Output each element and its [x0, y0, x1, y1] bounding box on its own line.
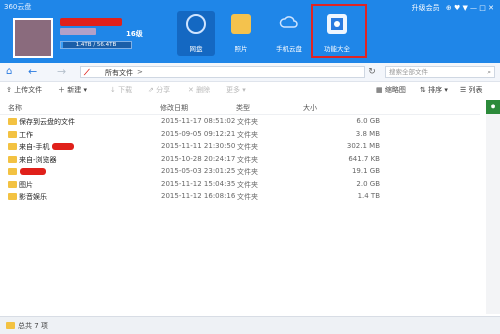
file-size: 641.7 KB	[348, 154, 380, 163]
file-type: 文件夹	[237, 143, 258, 151]
table-row[interactable]: 工作 2015-09-05 09:12:21 文件夹 3.8 MB	[0, 128, 480, 141]
file-type: 文件夹	[237, 193, 258, 201]
cloud-icon	[186, 14, 206, 34]
file-type: 文件夹	[237, 168, 258, 176]
folder-icon	[8, 168, 17, 175]
file-name[interactable]: 图片	[19, 180, 33, 190]
app-logo-icon: ⟋	[84, 68, 90, 77]
forward-arrow-icon[interactable]: →	[57, 65, 66, 78]
nav-netdisk-label: 网盘	[189, 45, 203, 53]
file-size: 19.1 GB	[351, 167, 380, 175]
file-name[interactable]: 保存到云盘的文件	[19, 117, 75, 127]
file-size: 1.4 TB	[357, 192, 380, 200]
storage-quota-bar: 1.4TB / 56.4TB	[60, 41, 132, 49]
folder-icon	[8, 118, 17, 125]
file-date: 2015-10-28 20:24:17	[161, 154, 236, 163]
share-button[interactable]: ⇗ 分享	[148, 85, 170, 95]
file-table-header: 名称 修改日期 类型 大小	[0, 100, 480, 115]
table-row[interactable]: 保存到云盘的文件 2015-11-17 08:51:02 文件夹 6.0 GB	[0, 115, 480, 128]
user-id-redacted	[60, 28, 96, 35]
address-bar: ⌂ ← → ⟋ 所有文件 > ↻ 搜索全部文件 ⌕	[0, 63, 500, 82]
folder-icon	[8, 193, 17, 200]
back-arrow-icon[interactable]: ←	[28, 65, 37, 78]
upload-button[interactable]: ⇪ 上传文件	[6, 85, 42, 95]
folder-icon	[8, 180, 17, 188]
redaction-mark	[52, 143, 74, 150]
more-button[interactable]: 更多 ▾	[226, 85, 246, 95]
file-size: 6.0 GB	[356, 117, 380, 125]
nav-mobile-cloud-label: 手机云盘	[276, 45, 302, 53]
table-row[interactable]: 来自-手机 2015-11-11 21:30:50 文件夹 302.1 MB	[0, 140, 480, 153]
file-name[interactable]: 工作	[19, 130, 33, 140]
file-date: 2015-11-12 15:04:35	[161, 179, 236, 188]
item-count: 总共 7 项	[18, 322, 48, 330]
app-header: 360云盘 16级 1.4TB / 56.4TB 网盘 照片 手机云盘 功能大全…	[0, 0, 500, 63]
table-row[interactable]: 2015-05-03 23:01:25 文件夹 19.1 GB	[0, 165, 480, 178]
file-size: 2.0 GB	[356, 179, 380, 188]
folder-icon	[8, 130, 17, 138]
file-date: 2015-05-03 23:01:25	[161, 167, 236, 175]
feature-highlight-box	[311, 4, 367, 58]
redaction-mark	[20, 168, 46, 175]
nav-photos[interactable]: 照片	[222, 11, 260, 56]
column-name[interactable]: 名称	[8, 103, 22, 113]
sort-button[interactable]: ⇅ 排序 ▾	[420, 85, 448, 95]
avatar[interactable]	[13, 18, 53, 58]
file-date: 2015-11-12 16:08:16	[161, 192, 236, 200]
column-size[interactable]: 大小	[303, 103, 317, 113]
column-type[interactable]: 类型	[236, 103, 250, 113]
folder-icon	[8, 155, 17, 163]
corner-badge-icon[interactable]: ⬢	[486, 100, 500, 114]
download-button[interactable]: ↓ 下载	[110, 85, 132, 95]
search-placeholder: 搜索全部文件	[389, 68, 428, 76]
table-row[interactable]: 影音娱乐 2015-11-12 16:08:16 文件夹 1.4 TB	[0, 190, 480, 203]
table-row[interactable]: 来自-浏览器 2015-10-28 20:24:17 文件夹 641.7 KB	[0, 153, 480, 166]
user-level: 16级	[126, 30, 143, 38]
file-list: 保存到云盘的文件 2015-11-17 08:51:02 文件夹 6.0 GB …	[0, 115, 480, 203]
nav-photos-label: 照片	[234, 45, 248, 53]
column-modified[interactable]: 修改日期	[160, 103, 188, 113]
upgrade-vip-link[interactable]: 升级会员	[412, 4, 440, 12]
file-size: 302.1 MB	[346, 142, 380, 150]
file-size: 3.8 MB	[355, 129, 380, 138]
toolbar: ⇪ 上传文件 ＋ 新建 ▾ ↓ 下载 ⇗ 分享 ✕ 删除 更多 ▾ ▦ 缩略图 …	[0, 82, 500, 98]
delete-button[interactable]: ✕ 删除	[188, 85, 210, 95]
refresh-icon[interactable]: ↻	[366, 66, 378, 78]
photo-icon	[231, 14, 251, 34]
search-icon[interactable]: ⌕	[487, 67, 491, 77]
folder-icon	[8, 143, 17, 150]
window-control-icons[interactable]: ⊕ ♥ ▼ — □ ✕	[446, 4, 494, 12]
breadcrumb-all-files[interactable]: 所有文件	[105, 68, 133, 78]
folder-icon	[6, 322, 15, 329]
file-type: 文件夹	[237, 180, 258, 189]
file-type: 文件夹	[237, 118, 258, 126]
storage-quota-text: 1.4TB / 56.4TB	[75, 42, 117, 48]
window-controls: 升级会员 ⊕ ♥ ▼ — □ ✕	[408, 3, 494, 13]
thumbnail-view-button[interactable]: ▦ 缩略图	[376, 85, 406, 95]
file-date: 2015-11-11 21:30:50	[161, 142, 236, 150]
file-date: 2015-11-17 08:51:02	[161, 117, 236, 125]
file-name[interactable]: 来自-手机	[19, 142, 50, 152]
new-button[interactable]: ＋ 新建 ▾	[58, 85, 87, 95]
path-breadcrumb[interactable]: ⟋ 所有文件 >	[80, 66, 365, 78]
breadcrumb-separator: >	[137, 68, 143, 76]
nav-netdisk[interactable]: 网盘	[177, 11, 215, 56]
file-type: 文件夹	[237, 130, 258, 139]
file-name[interactable]: 来自-浏览器	[19, 155, 57, 165]
username-redacted	[60, 18, 122, 26]
search-input[interactable]: 搜索全部文件 ⌕	[385, 66, 495, 78]
app-title: 360云盘	[4, 3, 32, 11]
mobile-cloud-icon	[279, 14, 299, 34]
home-icon[interactable]: ⌂	[6, 66, 12, 77]
status-bar: 总共 7 项	[0, 316, 500, 334]
list-view-button[interactable]: ☰ 列表	[460, 85, 483, 95]
file-date: 2015-09-05 09:12:21	[161, 129, 236, 138]
file-type: 文件夹	[237, 155, 258, 164]
table-row[interactable]: 图片 2015-11-12 15:04:35 文件夹 2.0 GB	[0, 178, 480, 191]
nav-mobile-cloud[interactable]: 手机云盘	[270, 11, 308, 56]
vertical-scrollbar[interactable]	[486, 100, 500, 314]
file-name[interactable]: 影音娱乐	[19, 192, 47, 202]
